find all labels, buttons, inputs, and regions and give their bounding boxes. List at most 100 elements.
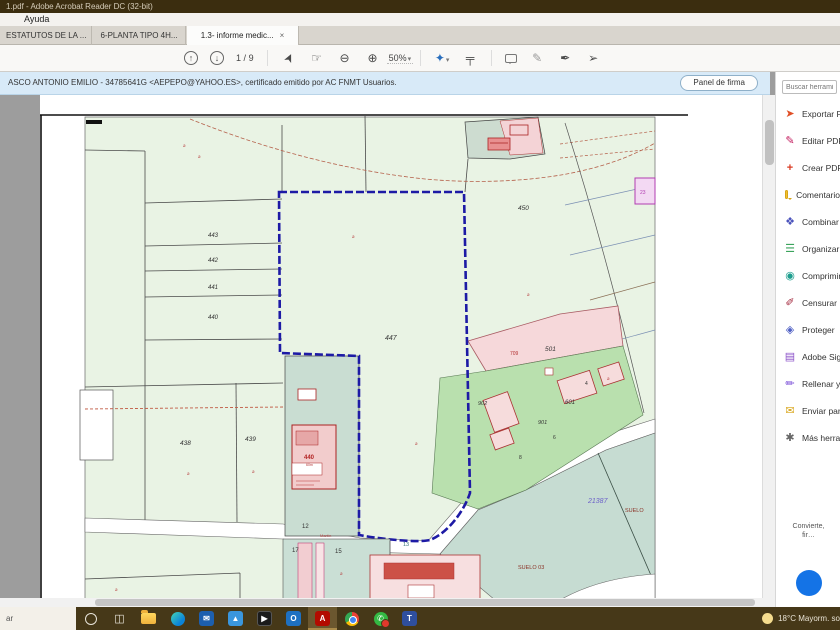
taskbar-edge[interactable] [163, 607, 192, 630]
parcel-label-447: 447 [385, 335, 398, 342]
sidebar-item-editar[interactable]: ✎ Editar PDF [776, 127, 840, 154]
tab-informe-active[interactable]: 1.3- informe medic...× [187, 26, 299, 45]
window-title: 1.pdf - Adobe Acrobat Reader DC (32-bit) [6, 2, 153, 11]
suelo-label: SUELO 03 [518, 565, 544, 571]
sidebar-item-enviar[interactable]: ✉ Enviar para comentar [776, 397, 840, 424]
taskbar-search[interactable]: ar [0, 607, 76, 630]
parcel-label: 442 [208, 258, 219, 264]
photos-icon: ▲ [228, 611, 243, 626]
horizontal-scrollbar[interactable] [0, 598, 775, 607]
acrobat-promo: Convierte, fir… [776, 522, 840, 540]
shield-icon: ◈ [783, 323, 797, 336]
street-number: 12 [302, 524, 309, 530]
selection-tool-icon[interactable]: ✦▾ [434, 51, 450, 65]
parcel-label: 443 [208, 233, 219, 239]
document-area: 443 442 441 440 438 439 447 450 501 902 … [0, 95, 775, 598]
menu-bar: Ayuda [0, 13, 840, 26]
export-pdf-icon: ➤ [783, 107, 797, 120]
taskbar-mail[interactable]: ✉ [192, 607, 221, 630]
street-number: 4 [585, 381, 588, 387]
movies-tv-icon: ▶ [257, 611, 272, 626]
teams-icon: T [402, 611, 417, 626]
more-tools-icon: ✱ [783, 431, 797, 444]
zoom-level[interactable]: 50%▾ [387, 53, 414, 64]
taskbar-teams[interactable]: T [395, 607, 424, 630]
outlook-icon: O [286, 611, 301, 626]
vertical-scrollbar[interactable] [762, 95, 775, 598]
parcel-label: 441 [208, 285, 218, 291]
taskbar-chrome[interactable] [337, 607, 366, 630]
fill-sign-icon[interactable]: ✒ [557, 51, 573, 65]
page-navigation[interactable]: 1 / 9 [236, 53, 254, 63]
sidebar-item-adobe-sign[interactable]: ▤ Adobe Sign [776, 343, 840, 370]
parcel-label: 601 [565, 400, 575, 406]
zoom-out-icon[interactable]: ⊖ [337, 51, 353, 65]
scrollbar-thumb[interactable] [765, 120, 774, 165]
windows-taskbar: ar ◫ ✉ ▲ ▶ O A ✆ T 18°C Mayorm. so [0, 607, 840, 630]
pdf-page: 443 442 441 440 438 439 447 450 501 902 … [40, 95, 762, 598]
street-number: 15 [335, 549, 342, 555]
create-pdf-icon: + [783, 162, 797, 174]
tab-bar: ESTATUTOS DE LA ... 6-PLANTA TIPO 4H... … [0, 26, 840, 45]
cortana-icon [85, 613, 97, 625]
parcel-label: 439 [245, 436, 256, 443]
scrollbar-thumb[interactable] [95, 599, 755, 606]
parcel-label: 438 [180, 440, 191, 447]
task-view-icon: ◫ [114, 612, 124, 625]
parcel-label-501: 501 [545, 346, 556, 353]
street-number: 13 [403, 542, 409, 548]
taskbar-file-explorer[interactable] [134, 607, 163, 630]
taskbar-outlook[interactable]: O [279, 607, 308, 630]
tab-estatutos[interactable]: ESTATUTOS DE LA ... [0, 26, 92, 45]
main-toolbar: ↑ ↓ 1 / 9 ➤ ☞ ⊖ ⊕ 50%▾ ✦▾ ╤ ✎ ✒ ➢ [0, 45, 840, 72]
magenta-label: 23 [640, 190, 646, 196]
select-tool-icon[interactable]: ➤ [279, 48, 298, 68]
sidebar-item-censurar[interactable]: ✐ Censurar [776, 289, 840, 316]
window-titlebar: 1.pdf - Adobe Acrobat Reader DC (32-bit) [0, 0, 840, 13]
sidebar-item-rellenar[interactable]: ✏ Rellenar y firmar [776, 370, 840, 397]
pencil-icon[interactable]: ✎ [529, 51, 545, 65]
parcel-label-21387: 21387 [587, 498, 609, 505]
sidebar-item-comprimir[interactable]: ◉ Comprimir PDF [776, 262, 840, 289]
taskbar-task-view[interactable]: ◫ [105, 607, 134, 630]
download-icon[interactable]: ↓ [210, 51, 224, 65]
sidebar-item-crear[interactable]: + Crear PDF [776, 154, 840, 181]
parcel-label-440-red: 440 [304, 455, 315, 461]
fit-width-icon[interactable]: ╤ [462, 51, 478, 65]
upgrade-button[interactable] [796, 570, 822, 596]
comment-icon[interactable] [505, 54, 517, 63]
sidebar-item-mas-herramientas[interactable]: ✱ Más herramientas [776, 424, 840, 451]
taskbar-photos[interactable]: ▲ [221, 607, 250, 630]
signature-bar: ASCO ANTONIO EMILIO - 34785641G <AEPEPO@… [0, 72, 770, 95]
hand-tool-icon[interactable]: ☞ [309, 51, 325, 65]
street-number: 17 [292, 548, 299, 554]
taskbar-cortana[interactable] [76, 607, 105, 630]
sidebar-item-exportar[interactable]: ➤ Exportar PDF [776, 100, 840, 127]
taskbar-whatsapp[interactable]: ✆ [366, 607, 395, 630]
desktop: 1.pdf - Adobe Acrobat Reader DC (32-bit)… [0, 0, 840, 630]
menu-help[interactable]: Ayuda [24, 14, 49, 24]
send-icon[interactable]: ➢ [585, 51, 601, 65]
chevron-down-icon: ▾ [446, 57, 450, 64]
street-number: 6 [553, 435, 556, 441]
sidebar-item-combinar[interactable]: ❖ Combinar archivos [776, 208, 840, 235]
taskbar-weather[interactable]: 18°C Mayorm. so [762, 613, 840, 624]
sidebar-item-organizar[interactable]: ☰ Organizar páginas [776, 235, 840, 262]
sidebar-item-proteger[interactable]: ◈ Proteger [776, 316, 840, 343]
taskbar-movies[interactable]: ▶ [250, 607, 279, 630]
tab-close-icon[interactable]: × [280, 31, 285, 40]
signature-text: ASCO ANTONIO EMILIO - 34785641G <AEPEPO@… [8, 78, 397, 87]
sidebar-item-comentario[interactable]: Comentario [776, 181, 840, 208]
tab-planta[interactable]: 6-PLANTA TIPO 4H... [93, 26, 186, 45]
tools-search-input[interactable] [782, 80, 837, 94]
print-icon[interactable]: ↑ [184, 51, 198, 65]
organize-pages-icon: ☰ [783, 242, 797, 255]
taskbar-acrobat-active[interactable]: A [308, 607, 337, 630]
street-number: 8 [519, 455, 522, 461]
area-label: 60m [306, 463, 313, 467]
signature-panel-button[interactable]: Panel de firma [680, 75, 758, 91]
parcel-label-450: 450 [518, 205, 529, 212]
tools-sidebar: ➤ Exportar PDF ✎ Editar PDF + Crear PDF … [775, 72, 840, 607]
combine-files-icon: ❖ [783, 215, 797, 228]
zoom-in-icon[interactable]: ⊕ [365, 51, 381, 65]
